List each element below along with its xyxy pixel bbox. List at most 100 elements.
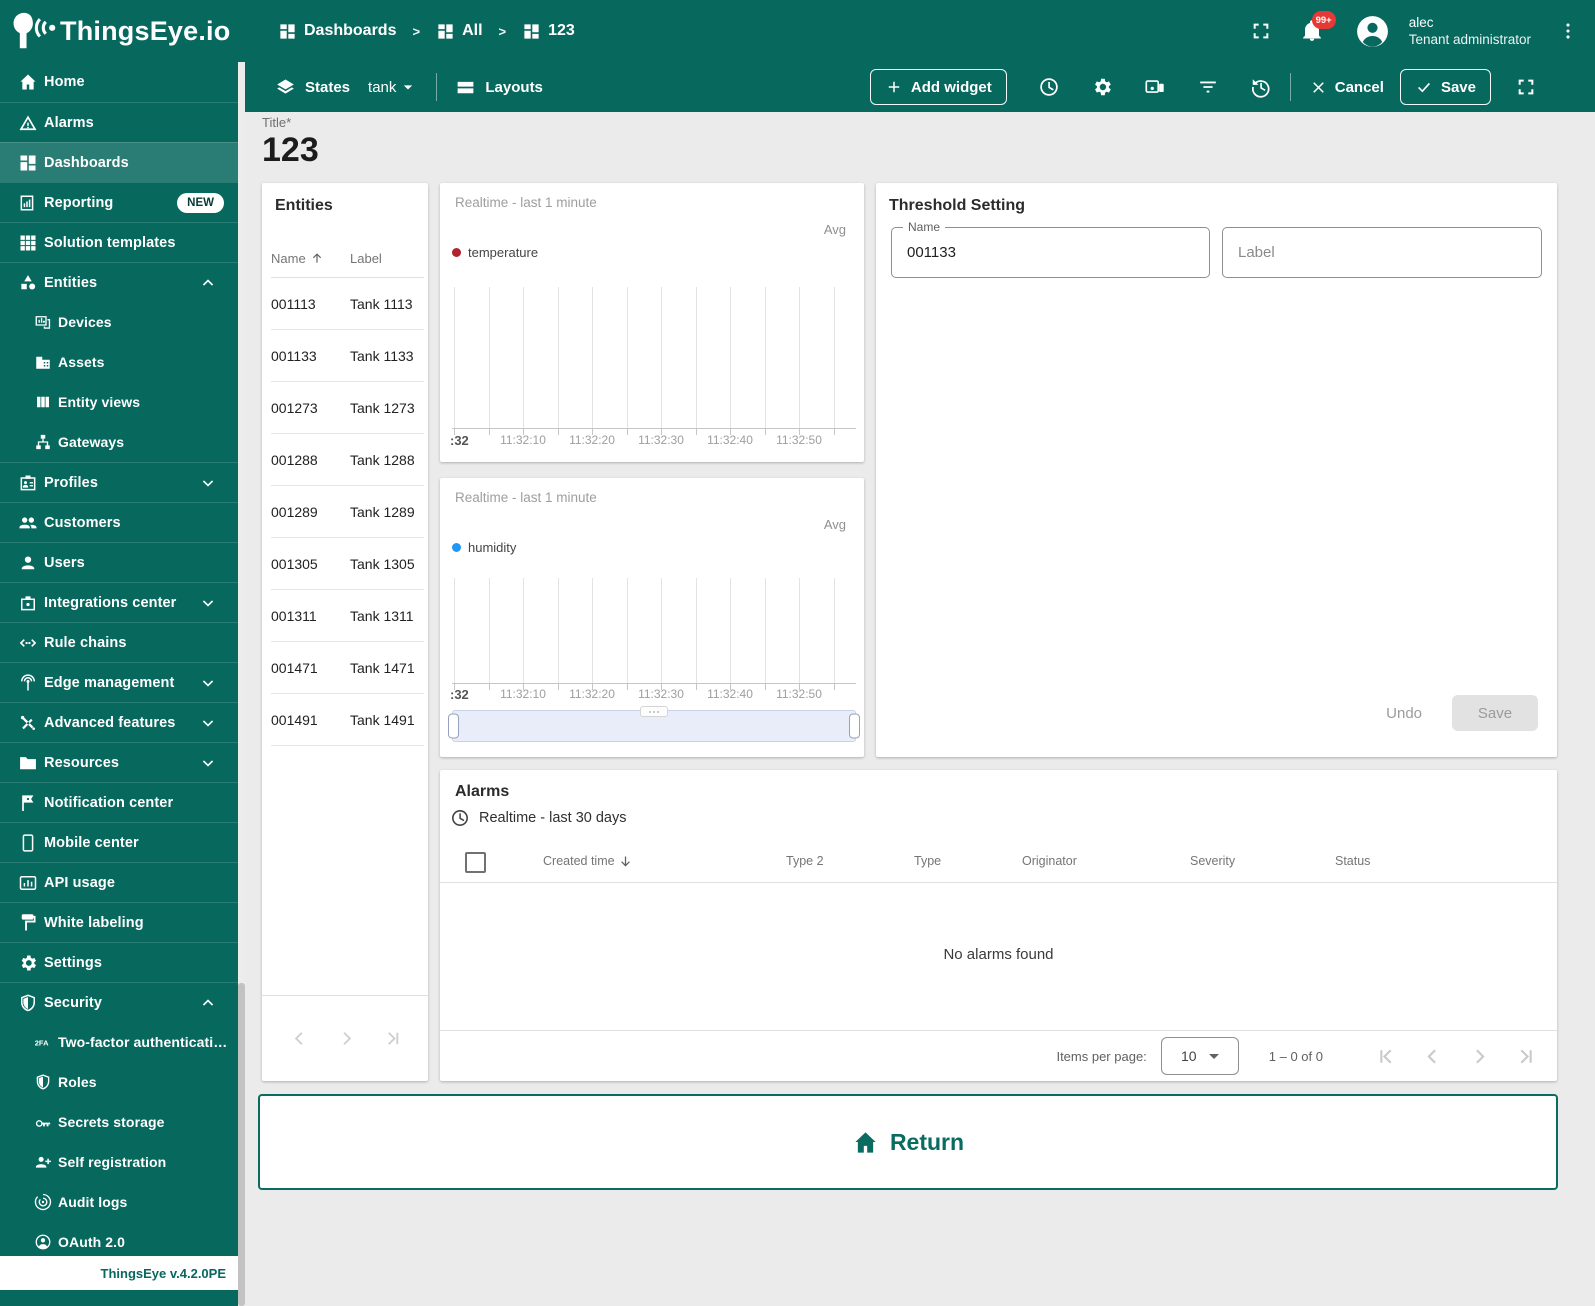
entity-aliases-icon[interactable]: [1144, 76, 1166, 98]
sidebar-item-roles[interactable]: Roles: [0, 1062, 238, 1102]
column-header-type[interactable]: Type: [914, 840, 941, 882]
filters-icon[interactable]: [1197, 76, 1219, 98]
threshold-label-input[interactable]: [1223, 228, 1541, 277]
chevron-down-icon[interactable]: [198, 753, 218, 773]
threshold-save-button[interactable]: Save: [1452, 695, 1538, 731]
temperature-plot-area[interactable]: [452, 287, 856, 435]
sidebar-item-customers[interactable]: Customers: [0, 502, 238, 542]
datazoom-right-handle[interactable]: [849, 713, 860, 739]
sidebar-item-entities[interactable]: Entities: [0, 262, 238, 302]
chevron-down-icon[interactable]: [198, 673, 218, 693]
chevron-up-icon[interactable]: [198, 273, 218, 293]
sidebar-item-home[interactable]: Home: [0, 62, 238, 102]
sidebar-scrollbar[interactable]: [238, 62, 245, 1306]
notifications-button[interactable]: 99+: [1300, 11, 1336, 43]
sidebar-item-entity-views[interactable]: Entity views: [0, 382, 238, 422]
sidebar-item-two-factor-authenticati[interactable]: 2FA Two-factor authenticati…: [0, 1022, 238, 1062]
sidebar-item-api-usage[interactable]: API usage: [0, 862, 238, 902]
last-page-icon[interactable]: [1514, 1044, 1539, 1069]
state-select[interactable]: tank: [368, 77, 418, 97]
cancel-button[interactable]: Cancel: [1309, 78, 1384, 97]
threshold-name-input[interactable]: [892, 228, 1209, 277]
add-widget-button[interactable]: Add widget: [869, 69, 1007, 105]
sidebar-item-resources[interactable]: Resources: [0, 742, 238, 782]
fullscreen-icon[interactable]: [1250, 20, 1272, 42]
more-menu-icon[interactable]: [1557, 20, 1579, 42]
last-page-icon[interactable]: [382, 1027, 405, 1050]
column-header-severity[interactable]: Severity: [1190, 840, 1235, 882]
sidebar-scrollbar-thumb[interactable]: [238, 982, 245, 1306]
column-header-created-time[interactable]: Created time: [543, 840, 633, 882]
sidebar-item-profiles[interactable]: Profiles: [0, 462, 238, 502]
brand-logo[interactable]: ThingsEye.io: [0, 11, 242, 51]
undo-button[interactable]: Undo: [1386, 705, 1422, 722]
sidebar-item-dashboards[interactable]: Dashboards: [0, 142, 238, 182]
previous-page-icon[interactable]: [1420, 1044, 1445, 1069]
table-row[interactable]: 001288 Tank 1288: [271, 434, 424, 486]
humidity-plot-area[interactable]: [452, 578, 856, 690]
save-button[interactable]: Save: [1399, 69, 1491, 105]
column-header-name[interactable]: Name: [271, 251, 350, 266]
datazoom-left-handle[interactable]: [448, 713, 459, 739]
breadcrumb-dashboards[interactable]: Dashboards: [278, 22, 396, 41]
alarms-timewindow-button[interactable]: Realtime - last 30 days: [450, 808, 626, 828]
toolbar-fullscreen-icon[interactable]: [1515, 76, 1537, 98]
table-row[interactable]: 001289 Tank 1289: [271, 486, 424, 538]
chevron-up-icon[interactable]: [198, 993, 218, 1013]
table-row[interactable]: 001273 Tank 1273: [271, 382, 424, 434]
chevron-down-icon[interactable]: [198, 713, 218, 733]
sidebar-item-security[interactable]: Security: [0, 982, 238, 1022]
next-page-icon[interactable]: [1467, 1044, 1492, 1069]
column-header-label[interactable]: Label: [350, 251, 382, 266]
sidebar-item-secrets-storage[interactable]: Secrets storage: [0, 1102, 238, 1142]
datazoom-slider[interactable]: [448, 706, 860, 742]
sidebar-item-edge-management[interactable]: Edge management: [0, 662, 238, 702]
sidebar-item-audit-logs[interactable]: Audit logs: [0, 1182, 238, 1222]
sidebar-item-gateways[interactable]: Gateways: [0, 422, 238, 462]
sidebar-item-settings[interactable]: Settings: [0, 942, 238, 982]
sidebar-item-users[interactable]: Users: [0, 542, 238, 582]
column-header-status[interactable]: Status: [1335, 840, 1370, 882]
datazoom-grip[interactable]: [640, 706, 668, 717]
breadcrumb-all[interactable]: All: [436, 22, 483, 41]
return-navigation-widget[interactable]: Return: [258, 1094, 1558, 1190]
sidebar-item-assets[interactable]: Assets: [0, 342, 238, 382]
sidebar-item-alarms[interactable]: Alarms: [0, 102, 238, 142]
chevron-down-icon[interactable]: [198, 593, 218, 613]
sidebar-item-self-registration[interactable]: Self registration: [0, 1142, 238, 1182]
chevron-down-icon[interactable]: [198, 473, 218, 493]
sidebar-item-devices[interactable]: Devices: [0, 302, 238, 342]
column-header-originator[interactable]: Originator: [1022, 840, 1077, 882]
items-per-page-select[interactable]: 10: [1160, 1037, 1239, 1075]
table-row[interactable]: 001113 Tank 1113: [271, 278, 424, 330]
table-row[interactable]: 001311 Tank 1311: [271, 590, 424, 642]
first-page-icon[interactable]: [1373, 1044, 1398, 1069]
user-avatar[interactable]: [1354, 13, 1391, 50]
states-button[interactable]: States: [275, 77, 350, 98]
timewindow-icon[interactable]: [1038, 76, 1060, 98]
sidebar-item-rule-chains[interactable]: Rule chains: [0, 622, 238, 662]
timewindow-label[interactable]: Realtime - last 1 minute: [455, 195, 597, 210]
previous-page-icon[interactable]: [288, 1027, 311, 1050]
sidebar-item-notification-center[interactable]: Notification center: [0, 782, 238, 822]
aggregation-label[interactable]: Avg: [824, 222, 846, 237]
breadcrumb-current-dashboard[interactable]: 123: [522, 22, 575, 41]
table-row[interactable]: 001471 Tank 1471: [271, 642, 424, 694]
sidebar-item-white-labeling[interactable]: White labeling: [0, 902, 238, 942]
legend-item-temperature[interactable]: temperature: [452, 245, 538, 260]
table-row[interactable]: 001491 Tank 1491: [271, 694, 424, 746]
legend-item-humidity[interactable]: humidity: [452, 540, 516, 555]
next-page-icon[interactable]: [335, 1027, 358, 1050]
table-row[interactable]: 001133 Tank 1133: [271, 330, 424, 382]
dashboard-settings-icon[interactable]: [1091, 76, 1113, 98]
table-row[interactable]: 001305 Tank 1305: [271, 538, 424, 590]
sidebar-item-integrations-center[interactable]: Integrations center: [0, 582, 238, 622]
version-history-icon[interactable]: [1250, 76, 1272, 98]
sidebar-item-mobile-center[interactable]: Mobile center: [0, 822, 238, 862]
sidebar-item-advanced-features[interactable]: Advanced features: [0, 702, 238, 742]
timewindow-label[interactable]: Realtime - last 1 minute: [455, 490, 597, 505]
layouts-button[interactable]: Layouts: [455, 77, 543, 98]
dashboard-title-field[interactable]: Title* 123: [262, 115, 319, 170]
sidebar-item-reporting[interactable]: Reporting NEW: [0, 182, 238, 222]
sidebar-item-solution-templates[interactable]: Solution templates: [0, 222, 238, 262]
